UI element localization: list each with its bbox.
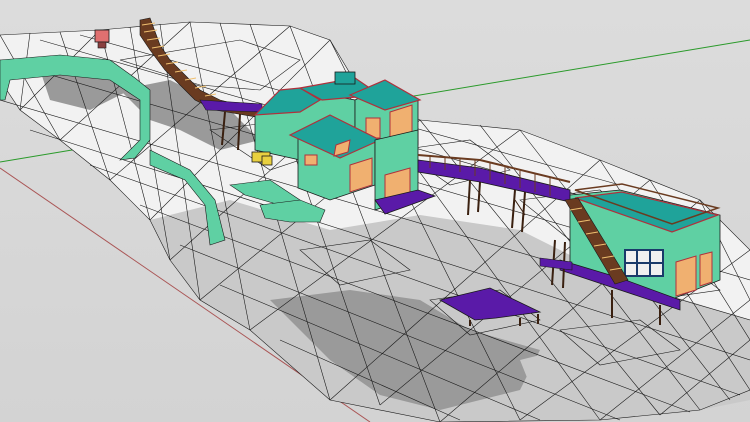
model-scene[interactable] [0, 0, 750, 422]
3d-viewport[interactable] [0, 0, 750, 422]
